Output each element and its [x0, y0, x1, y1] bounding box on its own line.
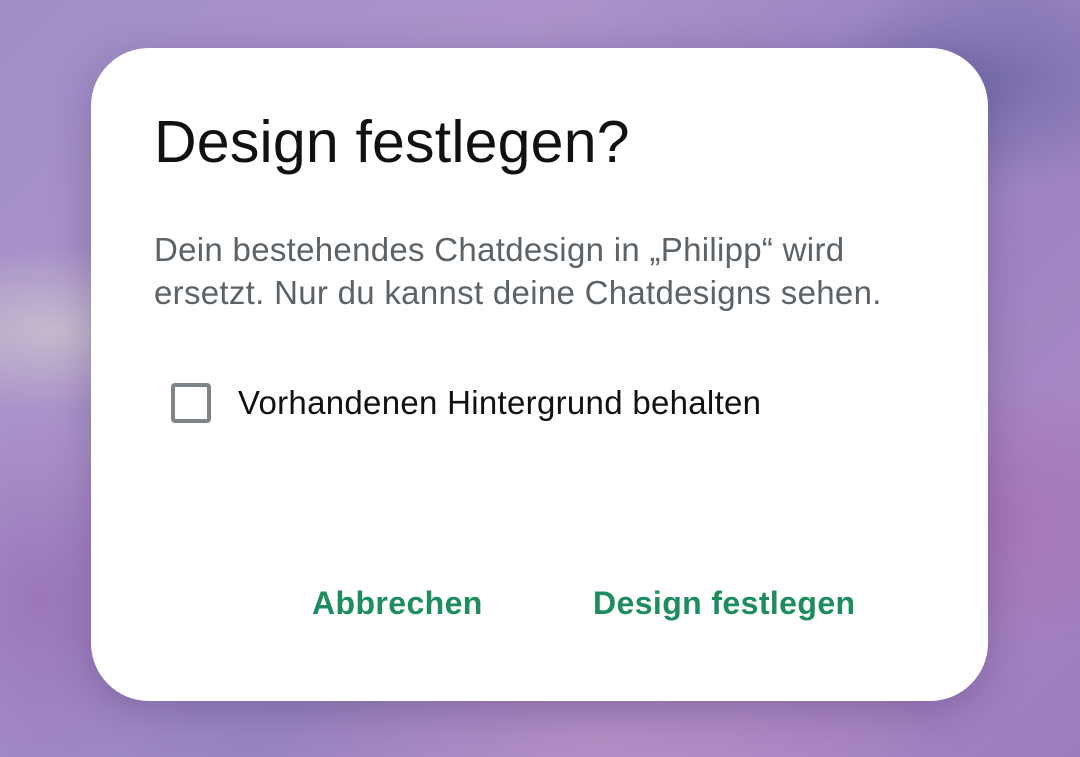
keep-background-checkbox[interactable]	[171, 383, 211, 423]
set-design-button[interactable]: Design festlegen	[589, 578, 859, 628]
keep-background-label[interactable]: Vorhandenen Hintergrund behalten	[238, 383, 761, 423]
dialog-message: Dein bestehendes Chatdesign in „Philipp“…	[154, 231, 882, 311]
dialog-title: Design festlegen?	[154, 109, 630, 175]
set-theme-dialog: Design festlegen? Dein bestehendes Chatd…	[91, 48, 988, 701]
keep-background-checkbox-row[interactable]: Vorhandenen Hintergrund behalten	[171, 378, 761, 428]
cancel-button[interactable]: Abbrechen	[308, 578, 487, 628]
